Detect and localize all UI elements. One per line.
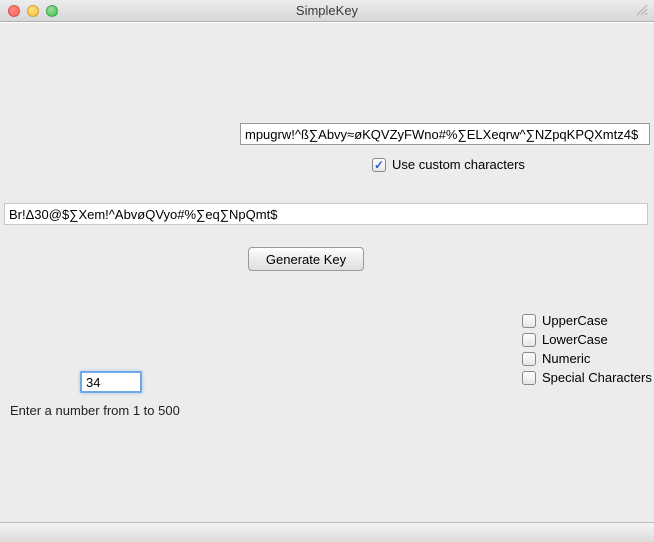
window-content: Use custom characters Generate Key Upper…	[0, 22, 654, 542]
window-titlebar: SimpleKey	[0, 0, 654, 22]
length-hint-label: Enter a number from 1 to 500	[10, 403, 180, 418]
numeric-row: Numeric	[522, 351, 652, 366]
numeric-checkbox[interactable]	[522, 352, 536, 366]
generate-key-button[interactable]: Generate Key	[248, 247, 364, 271]
length-input[interactable]	[80, 371, 142, 393]
special-characters-checkbox[interactable]	[522, 371, 536, 385]
traffic-lights	[0, 5, 58, 17]
special-row: Special Characters	[522, 370, 652, 385]
character-options: UpperCase LowerCase Numeric Special Char…	[522, 313, 652, 385]
resize-icon	[636, 4, 648, 16]
zoom-icon[interactable]	[46, 5, 58, 17]
special-characters-label: Special Characters	[542, 370, 652, 385]
use-custom-characters-row: Use custom characters	[372, 157, 525, 172]
lowercase-row: LowerCase	[522, 332, 652, 347]
uppercase-label: UpperCase	[542, 313, 608, 328]
custom-characters-input[interactable]	[240, 123, 650, 145]
minimize-icon[interactable]	[27, 5, 39, 17]
window-title: SimpleKey	[0, 3, 654, 18]
lowercase-label: LowerCase	[542, 332, 608, 347]
uppercase-checkbox[interactable]	[522, 314, 536, 328]
uppercase-row: UpperCase	[522, 313, 652, 328]
lowercase-checkbox[interactable]	[522, 333, 536, 347]
bottom-bar	[0, 522, 654, 542]
close-icon[interactable]	[8, 5, 20, 17]
use-custom-characters-checkbox[interactable]	[372, 158, 386, 172]
use-custom-characters-label: Use custom characters	[392, 157, 525, 172]
numeric-label: Numeric	[542, 351, 590, 366]
generated-key-output[interactable]	[4, 203, 648, 225]
